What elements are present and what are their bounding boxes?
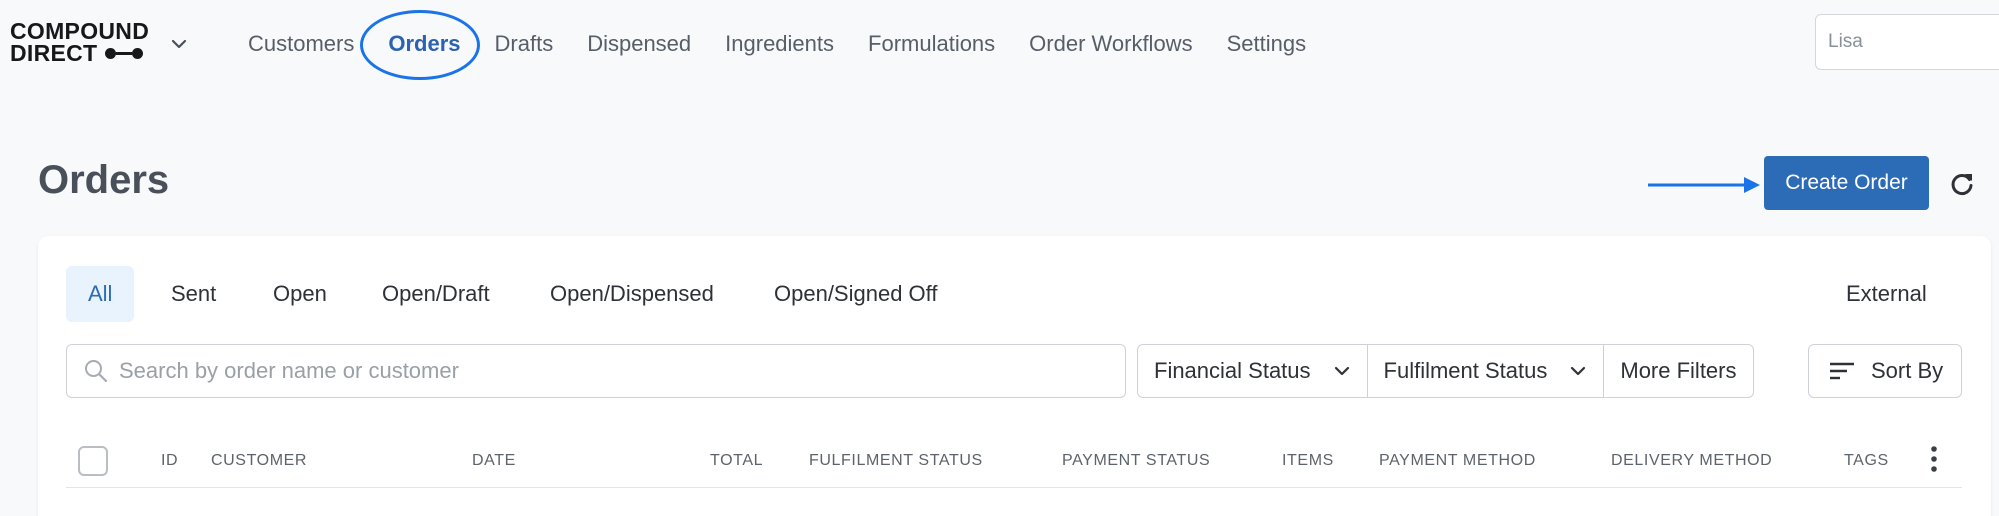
nav-item-orders[interactable]: Orders bbox=[360, 10, 481, 80]
tab-open-draft[interactable]: Open/Draft bbox=[382, 266, 490, 322]
table-header: ID CUSTOMER DATE TOTAL FULFILMENT STATUS… bbox=[66, 434, 1962, 488]
top-nav-bar: COMPOUND DIRECT Customers Orders Drafts … bbox=[0, 0, 1999, 88]
column-tags[interactable]: TAGS bbox=[1844, 452, 1889, 470]
nav-item-dispensed[interactable]: Dispensed bbox=[587, 31, 691, 57]
brand-logo[interactable]: COMPOUND DIRECT bbox=[10, 18, 150, 66]
column-customer[interactable]: CUSTOMER bbox=[211, 452, 307, 470]
select-all-checkbox[interactable] bbox=[78, 446, 108, 476]
nav-item-customers[interactable]: Customers bbox=[248, 31, 354, 57]
search-box bbox=[66, 344, 1126, 398]
annotation-arrow-icon bbox=[1648, 177, 1760, 193]
column-date[interactable]: DATE bbox=[472, 452, 516, 470]
column-items[interactable]: ITEMS bbox=[1282, 452, 1334, 470]
tab-open[interactable]: Open bbox=[273, 266, 327, 322]
search-icon bbox=[85, 360, 108, 383]
fulfilment-status-label: Fulfilment Status bbox=[1383, 358, 1548, 383]
refresh-icon[interactable] bbox=[1948, 170, 1976, 198]
search-input[interactable] bbox=[119, 358, 1019, 384]
tab-sent[interactable]: Sent bbox=[171, 266, 216, 322]
nav-item-order-workflows[interactable]: Order Workflows bbox=[1029, 31, 1192, 57]
nav-item-formulations[interactable]: Formulations bbox=[868, 31, 995, 57]
sort-icon bbox=[1830, 362, 1854, 380]
page-title: Orders bbox=[38, 158, 170, 202]
brand-line-1: COMPOUND bbox=[10, 18, 150, 44]
sort-by-button[interactable]: Sort By bbox=[1808, 344, 1962, 398]
fulfilment-status-filter[interactable]: Fulfilment Status bbox=[1368, 345, 1605, 397]
nav-item-settings[interactable]: Settings bbox=[1227, 31, 1307, 57]
create-order-button[interactable]: Create Order bbox=[1764, 156, 1929, 210]
column-delivery-method[interactable]: DELIVERY METHOD bbox=[1611, 452, 1772, 470]
chevron-down-icon[interactable] bbox=[168, 33, 190, 55]
main-nav: Customers Orders Drafts Dispensed Ingred… bbox=[248, 0, 1340, 88]
user-selector[interactable]: Lisa bbox=[1815, 14, 1999, 70]
column-id[interactable]: ID bbox=[161, 452, 178, 470]
column-payment-method[interactable]: PAYMENT METHOD bbox=[1379, 452, 1536, 470]
tab-open-signed-off[interactable]: Open/Signed Off bbox=[774, 266, 938, 322]
nav-item-ingredients[interactable]: Ingredients bbox=[725, 31, 834, 57]
brand-dots-icon bbox=[105, 47, 144, 59]
chevron-down-icon bbox=[1334, 366, 1349, 376]
chevron-down-icon bbox=[1571, 366, 1586, 376]
sort-by-label: Sort By bbox=[1871, 358, 1944, 383]
tab-all[interactable]: All bbox=[66, 266, 135, 322]
financial-status-label: Financial Status bbox=[1154, 358, 1311, 383]
brand-line-2: DIRECT bbox=[10, 40, 98, 66]
tab-open-dispensed[interactable]: Open/Dispensed bbox=[550, 266, 714, 322]
nav-item-drafts[interactable]: Drafts bbox=[495, 31, 554, 57]
financial-status-filter[interactable]: Financial Status bbox=[1138, 345, 1368, 397]
more-options-icon[interactable] bbox=[1926, 444, 1942, 474]
more-filters-button[interactable]: More Filters bbox=[1604, 345, 1752, 397]
column-total[interactable]: TOTAL bbox=[710, 452, 763, 470]
column-payment-status[interactable]: PAYMENT STATUS bbox=[1062, 452, 1210, 470]
nav-item-orders-label: Orders bbox=[388, 31, 461, 56]
tab-external[interactable]: External bbox=[1846, 266, 1927, 322]
filter-group: Financial Status Fulfilment Status More … bbox=[1137, 344, 1754, 398]
column-fulfilment-status[interactable]: FULFILMENT STATUS bbox=[809, 452, 983, 470]
